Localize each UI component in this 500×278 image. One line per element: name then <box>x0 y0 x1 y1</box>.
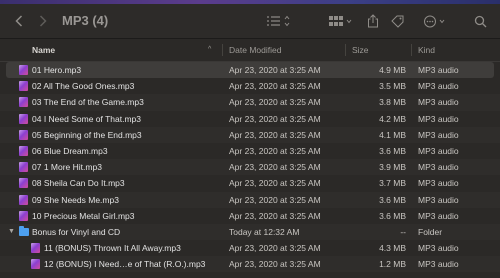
audio-file-icon <box>19 81 28 92</box>
file-kind: MP3 audio <box>418 81 459 92</box>
audio-file-icon <box>19 97 28 108</box>
file-name: 09 She Needs Me.mp3 <box>32 194 119 205</box>
search-icon[interactable] <box>472 4 488 38</box>
file-size: 3.8 MB <box>379 97 406 108</box>
file-row[interactable]: 01 Hero.mp3 Apr 23, 2020 at 3:25 AM 4.9 … <box>6 62 494 79</box>
file-size: 3.6 MB <box>379 210 406 221</box>
audio-file-icon <box>19 129 28 140</box>
file-list: 01 Hero.mp3 Apr 23, 2020 at 3:25 AM 4.9 … <box>0 62 500 273</box>
file-kind: MP3 audio <box>418 145 459 156</box>
chevron-left-icon[interactable] <box>10 4 28 38</box>
file-kind: MP3 audio <box>418 243 459 254</box>
ellipsis-circle-icon[interactable] <box>422 4 450 38</box>
column-divider[interactable] <box>345 44 346 56</box>
file-kind: MP3 audio <box>418 194 459 205</box>
file-size: 3.6 MB <box>379 145 406 156</box>
file-kind: MP3 audio <box>418 162 459 173</box>
file-date: Apr 23, 2020 at 3:25 AM <box>229 259 321 270</box>
file-date: Apr 23, 2020 at 3:25 AM <box>229 210 321 221</box>
file-date: Apr 23, 2020 at 3:25 AM <box>229 113 321 124</box>
audio-file-icon <box>31 243 40 254</box>
file-name: 05 Beginning of the End.mp3 <box>32 129 142 140</box>
file-row[interactable]: 04 I Need Some of That.mp3 Apr 23, 2020 … <box>0 111 500 127</box>
file-kind: MP3 audio <box>418 65 459 75</box>
file-row[interactable]: 12 (BONUS) I Need…e of That (R.O.).mp3 A… <box>0 256 500 273</box>
file-date: Apr 23, 2020 at 3:25 AM <box>229 162 321 173</box>
audio-file-icon <box>19 145 28 156</box>
folder-date: Today at 12:32 AM <box>229 226 300 237</box>
audio-file-icon <box>19 113 28 124</box>
audio-file-icon <box>19 178 28 189</box>
file-name: 02 All The Good Ones.mp3 <box>32 81 135 92</box>
file-name: 12 (BONUS) I Need…e of That (R.O.).mp3 <box>44 259 206 270</box>
audio-file-icon <box>19 65 28 75</box>
audio-file-icon <box>19 162 28 173</box>
file-size: 3.6 MB <box>379 194 406 205</box>
file-name: 11 (BONUS) Thrown It All Away.mp3 <box>44 243 181 254</box>
column-kind[interactable]: Kind <box>418 39 488 61</box>
audio-file-icon <box>19 210 28 221</box>
file-name: 07 1 More Hit.mp3 <box>32 162 102 173</box>
folder-row[interactable]: ▼ Bonus for Vinyl and CD Today at 12:32 … <box>0 223 500 241</box>
file-name: 04 I Need Some of That.mp3 <box>32 113 141 124</box>
file-name: 06 Blue Dream.mp3 <box>32 145 108 156</box>
audio-file-icon <box>31 259 40 270</box>
file-date: Apr 23, 2020 at 3:25 AM <box>229 81 321 92</box>
file-date: Apr 23, 2020 at 3:25 AM <box>229 129 321 140</box>
file-date: Apr 23, 2020 at 3:25 AM <box>229 194 321 205</box>
disclosure-triangle-icon[interactable]: ▼ <box>8 224 15 240</box>
file-size: 3.5 MB <box>379 81 406 92</box>
file-kind: MP3 audio <box>418 113 459 124</box>
file-size: 3.7 MB <box>379 178 406 189</box>
file-name: 08 Sheila Can Do It.mp3 <box>32 178 125 189</box>
file-size: 1.2 MB <box>379 259 406 270</box>
file-name: 10 Precious Metal Girl.mp3 <box>32 210 135 221</box>
window-title: MP3 (4) <box>62 13 109 28</box>
file-row[interactable]: 02 All The Good Ones.mp3 Apr 23, 2020 at… <box>0 78 500 94</box>
file-name: 03 The End of the Game.mp3 <box>32 97 144 108</box>
file-row[interactable]: 07 1 More Hit.mp3 Apr 23, 2020 at 3:25 A… <box>0 159 500 176</box>
file-date: Apr 23, 2020 at 3:25 AM <box>229 145 321 156</box>
file-kind: MP3 audio <box>418 210 459 221</box>
file-size: 4.1 MB <box>379 129 406 140</box>
file-size: 4.2 MB <box>379 113 406 124</box>
column-header: Name ^ Date Modified Size Kind <box>0 39 500 62</box>
share-icon[interactable] <box>366 4 380 38</box>
folder-kind: Folder <box>418 226 443 237</box>
file-date: Apr 23, 2020 at 3:25 AM <box>229 65 321 75</box>
folder-name: Bonus for Vinyl and CD <box>32 226 121 237</box>
column-size[interactable]: Size <box>352 39 402 61</box>
file-row[interactable]: 03 The End of the Game.mp3 Apr 23, 2020 … <box>0 94 500 111</box>
grid-view-icon[interactable] <box>328 4 354 38</box>
column-divider[interactable] <box>222 44 223 56</box>
file-kind: MP3 audio <box>418 259 459 270</box>
file-row[interactable]: 08 Sheila Can Do It.mp3 Apr 23, 2020 at … <box>0 175 500 191</box>
file-date: Apr 23, 2020 at 3:25 AM <box>229 178 321 189</box>
sort-ascending-icon[interactable]: ^ <box>208 39 211 61</box>
file-row[interactable]: 06 Blue Dream.mp3 Apr 23, 2020 at 3:25 A… <box>0 143 500 159</box>
file-kind: MP3 audio <box>418 129 459 140</box>
folder-icon <box>19 225 29 236</box>
toolbar: MP3 (4) <box>0 4 500 39</box>
file-date: Apr 23, 2020 at 3:25 AM <box>229 97 321 108</box>
file-row[interactable]: 10 Precious Metal Girl.mp3 Apr 23, 2020 … <box>0 208 500 224</box>
column-date-modified[interactable]: Date Modified <box>229 39 339 61</box>
file-size: 3.9 MB <box>379 162 406 173</box>
file-row[interactable]: 11 (BONUS) Thrown It All Away.mp3 Apr 23… <box>0 240 500 256</box>
file-row[interactable]: 09 She Needs Me.mp3 Apr 23, 2020 at 3:25… <box>0 191 500 208</box>
audio-file-icon <box>19 194 28 205</box>
folder-size: -- <box>400 226 406 237</box>
file-name: 01 Hero.mp3 <box>32 65 82 75</box>
file-size: 4.9 MB <box>379 65 406 75</box>
file-date: Apr 23, 2020 at 3:25 AM <box>229 243 321 254</box>
column-name[interactable]: Name <box>32 39 212 61</box>
file-row[interactable]: 05 Beginning of the End.mp3 Apr 23, 2020… <box>0 126 500 143</box>
column-divider[interactable] <box>411 44 412 56</box>
tag-icon[interactable] <box>390 4 404 38</box>
list-view-icon[interactable] <box>266 4 292 38</box>
file-kind: MP3 audio <box>418 97 459 108</box>
file-kind: MP3 audio <box>418 178 459 189</box>
chevron-right-icon[interactable] <box>34 4 52 38</box>
file-size: 4.3 MB <box>379 243 406 254</box>
